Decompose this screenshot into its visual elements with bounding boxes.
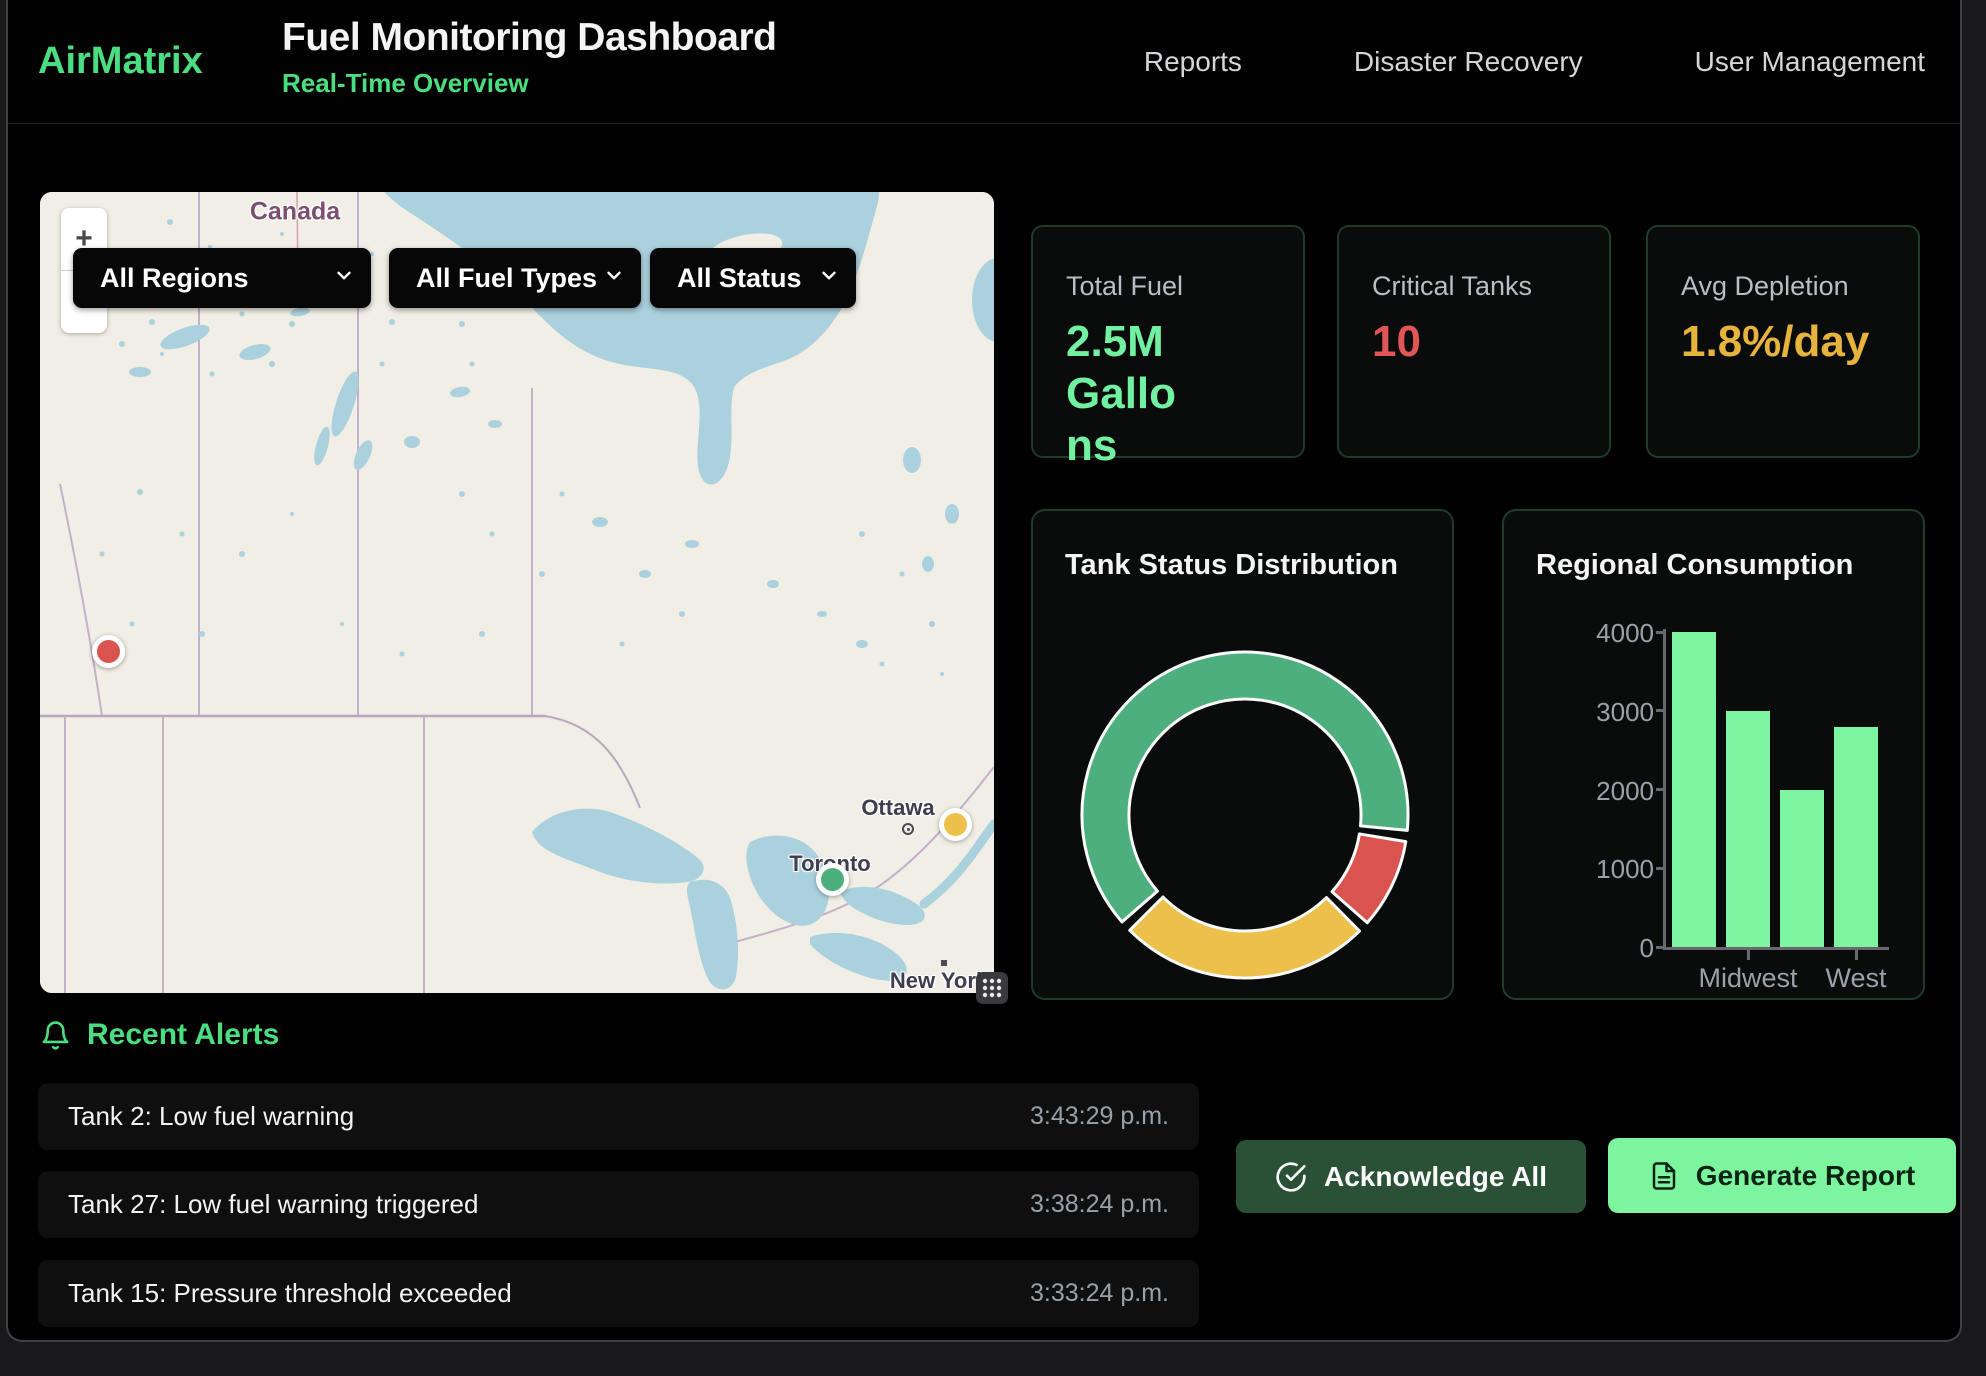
map-resize-grip-icon[interactable] [976, 972, 1008, 1004]
y-axis-tick-mark [1656, 946, 1665, 949]
dashboard-window: AirMatrix Fuel Monitoring Dashboard Real… [6, 0, 1962, 1342]
y-axis-tick-label: 3000 [1564, 697, 1654, 728]
nav-item-disaster-recovery[interactable]: Disaster Recovery [1354, 46, 1583, 78]
consumption-bar [1834, 727, 1878, 948]
donut-segment-warning [1130, 897, 1360, 978]
alert-row[interactable]: Tank 2: Low fuel warning 3:43:29 p.m. [38, 1083, 1199, 1150]
x-axis-tick-mark [1855, 950, 1858, 960]
stat-label: Critical Tanks [1372, 271, 1609, 302]
filter-fuel-types-select[interactable]: All Fuel Types [389, 248, 641, 308]
town-symbol-icon [902, 823, 914, 835]
regional-consumption-panel: Regional Consumption 01000200030004000Mi… [1502, 509, 1925, 1000]
stat-value: 2.5M Gallons [1066, 316, 1186, 472]
generate-report-button[interactable]: Generate Report [1608, 1138, 1956, 1213]
chevron-down-icon [603, 265, 625, 292]
top-header: AirMatrix Fuel Monitoring Dashboard Real… [8, 0, 1960, 124]
alert-timestamp: 3:43:29 p.m. [1030, 1102, 1169, 1131]
filter-status-label: All Status [677, 263, 802, 294]
tank-status-title: Tank Status Distribution [1065, 549, 1398, 582]
bell-icon [40, 1020, 71, 1051]
stat-value: 1.8%/day [1681, 316, 1846, 368]
stat-card-total-fuel: Total Fuel 2.5M Gallons [1031, 225, 1305, 458]
page-title: Fuel Monitoring Dashboard [282, 16, 776, 60]
alert-row[interactable]: Tank 15: Pressure threshold exceeded 3:3… [38, 1260, 1199, 1327]
tank-status-panel: Tank Status Distribution [1031, 509, 1454, 1000]
consumption-bar [1672, 632, 1716, 947]
alert-row[interactable]: Tank 27: Low fuel warning triggered 3:38… [38, 1171, 1199, 1238]
y-axis-tick-label: 1000 [1564, 854, 1654, 885]
acknowledge-all-button[interactable]: Acknowledge All [1236, 1140, 1586, 1213]
filter-regions-select[interactable]: All Regions [73, 248, 371, 308]
map-marker-critical[interactable] [92, 635, 125, 668]
brand-logo: AirMatrix [38, 40, 203, 83]
stat-label: Total Fuel [1066, 271, 1303, 302]
map-card: Canada OttawaTorontoNew York + − All Reg… [40, 192, 994, 993]
y-axis-tick-label: 4000 [1564, 618, 1654, 649]
y-axis-tick-mark [1656, 867, 1665, 870]
y-axis-tick-mark [1656, 631, 1665, 634]
alert-text: Tank 15: Pressure threshold exceeded [68, 1278, 512, 1309]
alert-timestamp: 3:38:24 p.m. [1030, 1190, 1169, 1219]
recent-alerts-header: Recent Alerts [40, 1018, 279, 1052]
map-marker-warning[interactable] [939, 808, 972, 841]
filter-regions-label: All Regions [100, 263, 249, 294]
stat-card-critical-tanks: Critical Tanks 10 [1337, 225, 1611, 458]
chevron-down-icon [818, 265, 840, 292]
map-marker-normal[interactable] [816, 863, 849, 896]
check-circle-icon [1275, 1161, 1307, 1193]
x-axis-tick-mark [1747, 950, 1750, 960]
filter-status-select[interactable]: All Status [650, 248, 856, 308]
stat-card-avg-depletion: Avg Depletion 1.8%/day [1646, 225, 1920, 458]
donut-segment-critical [1332, 834, 1406, 923]
map-city-label: New York [890, 968, 988, 993]
title-block: Fuel Monitoring Dashboard Real-Time Over… [282, 16, 776, 99]
y-axis-tick-mark [1656, 709, 1665, 712]
acknowledge-all-label: Acknowledge All [1324, 1161, 1547, 1193]
alert-text: Tank 2: Low fuel warning [68, 1101, 354, 1132]
alert-timestamp: 3:33:24 p.m. [1030, 1279, 1169, 1308]
stat-value: 10 [1372, 316, 1537, 368]
tank-status-donut-chart [1033, 511, 1456, 1002]
recent-alerts-title: Recent Alerts [87, 1018, 279, 1052]
nav-item-reports[interactable]: Reports [1144, 46, 1242, 78]
chevron-down-icon [333, 265, 355, 292]
consumption-bar [1726, 711, 1770, 947]
map-city-label: Ottawa [861, 795, 934, 821]
consumption-bar [1780, 790, 1824, 948]
alert-text: Tank 27: Low fuel warning triggered [68, 1189, 478, 1220]
page-subtitle: Real-Time Overview [282, 68, 776, 99]
y-axis-tick-mark [1656, 788, 1665, 791]
city-symbol-icon [941, 960, 947, 966]
regional-consumption-bar-chart: 01000200030004000MidwestWest [1504, 511, 1923, 998]
filter-fuel-types-label: All Fuel Types [416, 263, 597, 294]
generate-report-label: Generate Report [1696, 1160, 1915, 1192]
y-axis-tick-label: 0 [1564, 933, 1654, 964]
stat-label: Avg Depletion [1681, 271, 1918, 302]
file-report-icon [1649, 1161, 1679, 1191]
main-nav: Reports Disaster Recovery User Managemen… [1144, 0, 1925, 124]
y-axis-tick-label: 2000 [1564, 776, 1654, 807]
map-canvas[interactable]: Canada OttawaTorontoNew York + − All Reg… [40, 192, 994, 993]
map-country-label: Canada [250, 198, 340, 227]
nav-item-user-management[interactable]: User Management [1695, 46, 1925, 78]
x-axis-tick-label: West [1776, 963, 1936, 994]
